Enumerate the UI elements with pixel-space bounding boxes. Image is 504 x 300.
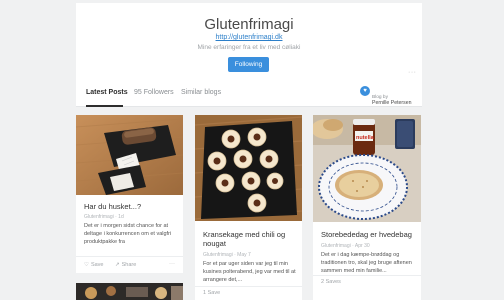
cake-roll-photo — [76, 115, 183, 195]
bakery-photo — [76, 283, 183, 300]
post-card[interactable] — [76, 283, 183, 300]
post-image-kransekage[interactable] — [195, 115, 302, 221]
more-options-icon[interactable]: ··· — [408, 69, 417, 76]
post-image-bread-plate[interactable]: nutella — [313, 115, 421, 222]
post-card[interactable]: nutella Storebededag er hvedebag Glutenf… — [313, 115, 421, 300]
post-divider — [195, 286, 302, 287]
post-meta: Glutenfrimagi · May 7 — [203, 252, 251, 258]
author-name[interactable]: Pernille Petersen — [372, 100, 412, 106]
bread-plate-photo: nutella — [313, 115, 421, 222]
blog-title: Glutenfrimagi — [204, 16, 294, 33]
post-excerpt: Det er i dag kæmpe-brøddag og traditione… — [321, 252, 412, 274]
active-tab-indicator — [86, 105, 123, 107]
blog-url-link[interactable]: http://glutenfrimagi.dk — [76, 34, 422, 41]
post-image-cake-roll[interactable] — [76, 115, 183, 195]
post-more-icon[interactable]: ··· — [169, 261, 175, 267]
post-meta: Glutenfrimagi · 1d — [84, 214, 124, 220]
post-title[interactable]: Kransekage med chili og nougat — [203, 230, 297, 248]
tab-latest-posts[interactable]: Latest Posts — [86, 89, 128, 96]
save-button[interactable]: Save — [91, 262, 104, 268]
post-card[interactable]: Har du husket...? Glutenfrimagi · 1d Det… — [76, 115, 183, 273]
blog-by-author[interactable]: ♥ Blog by Pernille Petersen — [360, 86, 422, 106]
post-image[interactable] — [76, 283, 183, 300]
heart-icon: ♥ — [360, 86, 370, 96]
post-title[interactable]: Storebededag er hvedebag — [321, 230, 412, 239]
blog-description: Mine erfaringer fra et liv med cøliaki — [197, 44, 301, 51]
share-icon: ↗ — [115, 262, 120, 268]
post-excerpt: Det er i morgen sidst chance for at delt… — [84, 223, 172, 245]
post-title[interactable]: Har du husket...? — [84, 202, 141, 211]
share-button[interactable]: Share — [122, 262, 137, 268]
kransekage-photo — [195, 115, 302, 221]
post-excerpt: For et par uger siden var jeg til min ku… — [203, 261, 296, 283]
following-button[interactable]: Following — [228, 57, 269, 72]
save-count[interactable]: 2 Saves — [321, 279, 341, 285]
save-count[interactable]: 1 Save — [203, 290, 220, 296]
post-card[interactable]: Kransekage med chili og nougat Glutenfri… — [195, 115, 302, 300]
nutella-label: nutella — [356, 135, 375, 141]
tab-similar-blogs[interactable]: Similar blogs — [181, 89, 221, 96]
save-icon: ♡ — [84, 262, 89, 268]
post-divider — [313, 275, 421, 276]
post-divider — [76, 256, 183, 257]
tab-followers[interactable]: 95 Followers — [134, 89, 174, 96]
post-meta: Glutenfrimagi · Apr 30 — [321, 243, 370, 249]
